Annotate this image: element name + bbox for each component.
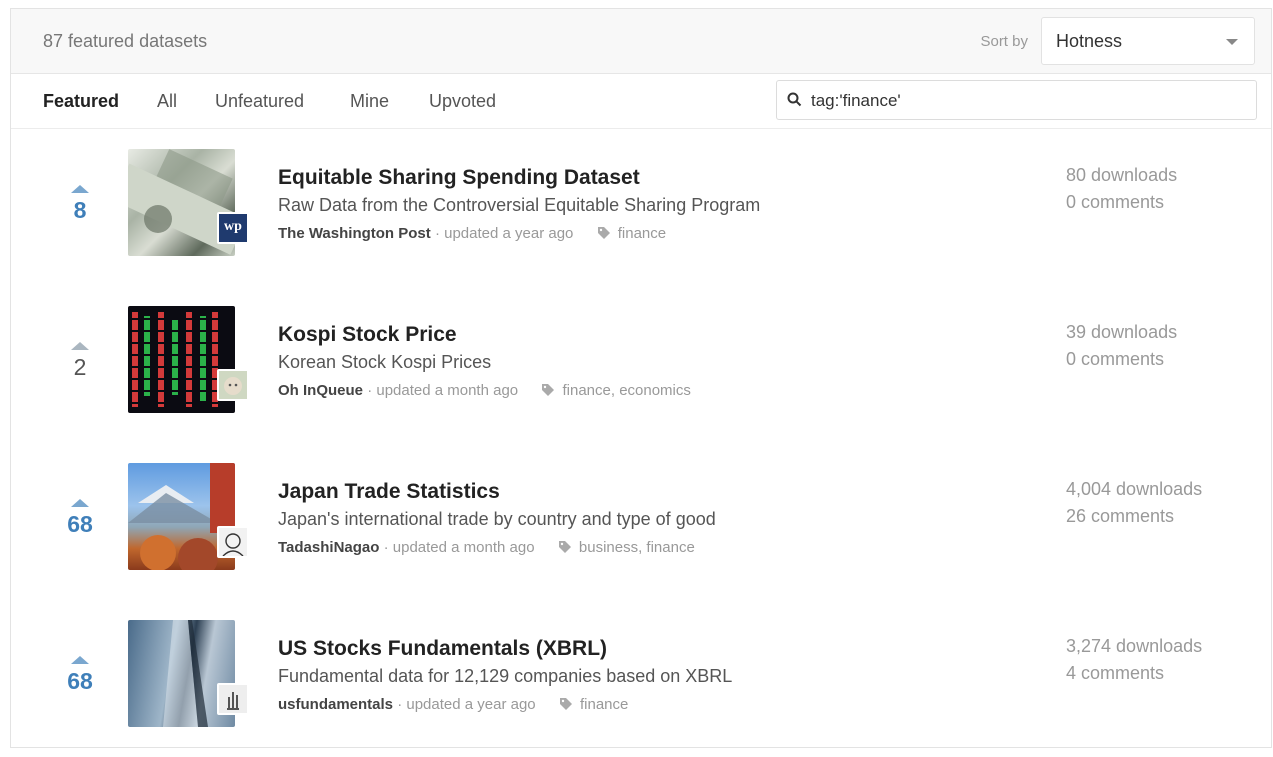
tag-icon <box>559 698 572 710</box>
upvote-control[interactable]: 68 <box>56 656 104 695</box>
updated-time: · updated a month ago <box>383 539 535 556</box>
upvote-control[interactable]: 68 <box>56 499 104 538</box>
tab-all[interactable]: All <box>157 91 177 112</box>
upvote-arrow-icon[interactable] <box>71 656 89 664</box>
dataset-subtitle: Fundamental data for 12,129 companies ba… <box>278 666 733 686</box>
owner-link[interactable]: TadashiNagao <box>278 539 379 556</box>
search-input[interactable]: tag:'finance' <box>776 80 1257 120</box>
comment-count[interactable]: 4 comments <box>1066 660 1202 687</box>
tag-list[interactable]: finance, economics <box>562 382 690 399</box>
download-count: 4,004 downloads <box>1066 479 1203 499</box>
dataset-stats: 39 downloads 0 comments <box>1066 319 1177 373</box>
dataset-subtitle: Japan's international trade by country a… <box>278 509 716 529</box>
datasets-panel: 87 featured datasets Sort by Hotness Fea… <box>10 8 1272 748</box>
tag-icon <box>558 541 571 553</box>
comment-count[interactable]: 0 comments <box>1066 346 1177 373</box>
download-count: 80 downloads <box>1066 165 1178 185</box>
vote-count: 2 <box>73 354 87 380</box>
dataset-stats: 3,274 downloads 4 comments <box>1066 633 1202 687</box>
chevron-down-icon <box>1226 39 1238 45</box>
dataset-row[interactable]: 68 US Stocks Fundamentals (XBRL) Fundame… <box>11 600 1273 757</box>
owner-link[interactable]: The Washington Post <box>278 225 431 242</box>
avatar-face-icon <box>224 377 242 395</box>
dataset-title[interactable]: US Stocks Fundamentals (XBRL) <box>278 637 607 661</box>
updated-time: · updated a year ago <box>434 225 574 242</box>
tag-list[interactable]: finance <box>618 225 666 242</box>
upvote-arrow-icon[interactable] <box>71 185 89 193</box>
comment-count[interactable]: 0 comments <box>1066 189 1177 216</box>
upvote-control[interactable]: 8 <box>56 185 104 224</box>
dataset-row[interactable]: 68 Japan Trade Statistics Japan's intern… <box>11 443 1273 600</box>
sort-value: Hotness <box>1056 31 1123 51</box>
sort-dropdown[interactable]: Hotness <box>1041 17 1255 65</box>
dataset-subtitle: Korean Stock Kospi Prices <box>278 352 492 372</box>
tab-unfeatured[interactable]: Unfeatured <box>215 91 304 112</box>
tag-icon <box>542 384 555 396</box>
upvote-arrow-icon[interactable] <box>71 342 89 350</box>
tab-upvoted[interactable]: Upvoted <box>429 91 496 112</box>
dataset-meta: TadashiNagao · updated a month ago busin… <box>278 539 695 556</box>
dataset-title[interactable]: Equitable Sharing Spending Dataset <box>278 166 640 190</box>
dataset-title[interactable]: Kospi Stock Price <box>278 323 457 347</box>
vote-count: 68 <box>67 668 93 694</box>
tag-list[interactable]: finance <box>580 696 628 713</box>
owner-link[interactable]: Oh InQueue <box>278 382 363 399</box>
tab-featured[interactable]: Featured <box>43 91 119 112</box>
filter-tabs: Featured All Unfeatured Mine Upvoted tag… <box>11 74 1271 129</box>
updated-time: · updated a year ago <box>397 696 536 713</box>
dataset-stats: 4,004 downloads 26 comments <box>1066 476 1202 530</box>
dataset-row[interactable]: 8 wp Equitable Sharing Spending Dataset … <box>11 129 1273 286</box>
comment-count[interactable]: 26 comments <box>1066 503 1202 530</box>
upvote-arrow-icon[interactable] <box>71 499 89 507</box>
avatar-hand-icon <box>227 692 239 710</box>
dataset-subtitle: Raw Data from the Controversial Equitabl… <box>278 195 761 215</box>
download-count: 3,274 downloads <box>1066 636 1203 656</box>
search-icon <box>787 92 802 107</box>
download-count: 39 downloads <box>1066 322 1178 342</box>
owner-avatar[interactable]: wp <box>217 212 249 244</box>
sort-label: Sort by <box>980 33 1028 50</box>
tag-icon <box>597 227 610 239</box>
search-query: tag:'finance' <box>811 91 901 110</box>
dataset-meta: usfundamentals · updated a year ago fina… <box>278 696 628 713</box>
tag-list[interactable]: business, finance <box>579 539 695 556</box>
tab-mine[interactable]: Mine <box>350 91 389 112</box>
list-header: 87 featured datasets Sort by Hotness <box>11 9 1271 74</box>
dataset-row[interactable]: 2 Kospi Stock Price Korean Stock Kospi P… <box>11 286 1273 443</box>
dataset-meta: Oh InQueue · updated a month ago finance… <box>278 382 691 399</box>
upvote-control[interactable]: 2 <box>56 342 104 381</box>
dataset-stats: 80 downloads 0 comments <box>1066 162 1177 216</box>
owner-avatar[interactable] <box>217 526 249 558</box>
avatar-initials: wp <box>224 219 242 234</box>
vote-count: 68 <box>67 511 93 537</box>
updated-time: · updated a month ago <box>367 382 519 399</box>
dataset-count: 87 featured datasets <box>43 31 208 51</box>
dataset-meta: The Washington Post · updated a year ago… <box>278 225 666 242</box>
avatar-face-icon <box>222 533 244 557</box>
vote-count: 8 <box>73 197 87 223</box>
dataset-title[interactable]: Japan Trade Statistics <box>278 480 500 504</box>
owner-avatar[interactable] <box>217 369 249 401</box>
owner-link[interactable]: usfundamentals <box>278 696 393 713</box>
owner-avatar[interactable] <box>217 683 249 715</box>
